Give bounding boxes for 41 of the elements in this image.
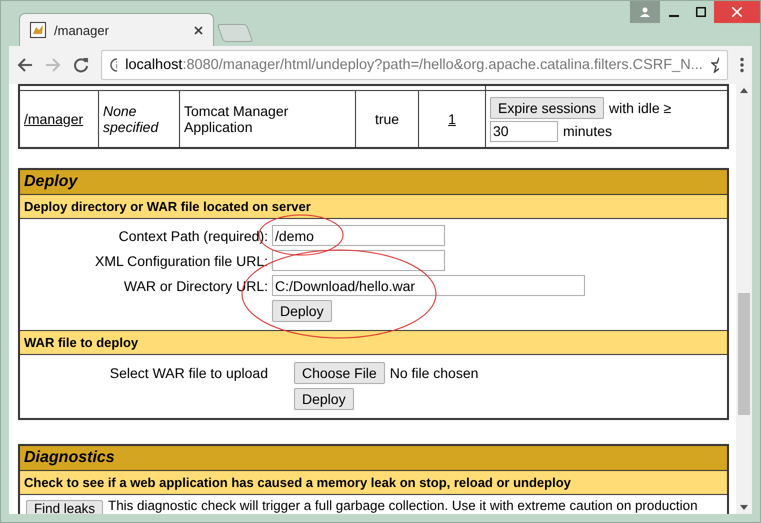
scroll-thumb[interactable]: [738, 293, 750, 415]
display-name: Tomcat Manager Application: [184, 103, 288, 135]
field-label: Select WAR file to upload: [108, 365, 268, 381]
scroll-up-icon[interactable]: [740, 88, 748, 93]
deploy-button[interactable]: Deploy: [272, 300, 332, 322]
field-label: XML Configuration file URL:: [94, 252, 268, 268]
section-title: Deploy: [20, 170, 727, 195]
diagnostic-description: This diagnostic check will trigger a full garbage collection. Use it with extreme caution on production: [108, 498, 698, 513]
minutes-label: minutes: [563, 123, 612, 139]
reload-icon[interactable]: [73, 57, 89, 73]
person-icon: [640, 7, 650, 17]
idle-input[interactable]: 30: [490, 120, 558, 142]
deploy-button[interactable]: Deploy: [294, 388, 354, 410]
file-status: No file chosen: [390, 365, 478, 381]
running-status: true: [374, 111, 400, 127]
maximize-icon: [696, 7, 706, 17]
browser-tab[interactable]: /manager: [19, 13, 214, 46]
idle-label: with idle ≥: [609, 100, 672, 116]
back-icon[interactable]: [17, 57, 33, 73]
input-field[interactable]: [272, 250, 445, 271]
scroll-down-icon[interactable]: [740, 505, 748, 510]
url-text: localhost:8080/manager/html/undeploy?path=/hello&org.apache.catalina.filters.CSRF_N...: [125, 57, 703, 73]
section-heading: Deploy directory or WAR file located on server: [20, 195, 727, 219]
address-bar[interactable]: localhost:8080/manager/html/undeploy?path=/hello&org.apache.catalina.filters.CSRF_N...: [101, 50, 728, 80]
scrollbar[interactable]: [736, 84, 752, 514]
expire-sessions-button[interactable]: Expire sessions: [490, 96, 604, 118]
sessions-link[interactable]: 1: [448, 111, 456, 127]
menu-icon[interactable]: [740, 57, 744, 73]
input-field[interactable]: C:/Download/hello.war: [272, 275, 585, 296]
choose-file-button[interactable]: Choose File: [294, 362, 385, 384]
minimize-icon: [668, 15, 678, 17]
tab-title: /manager: [54, 22, 110, 38]
close-button[interactable]: [714, 1, 760, 23]
input-field[interactable]: /demo: [272, 225, 445, 246]
version-text: None specified: [103, 103, 158, 135]
section-heading: Check to see if a web application has caused a memory leak on stop, reload or undeploy: [20, 471, 727, 495]
close-icon[interactable]: [194, 26, 203, 34]
section-title: Diagnostics: [20, 446, 727, 471]
find-leaks-button[interactable]: Find leaks: [26, 500, 104, 514]
close-icon: [732, 7, 742, 17]
section-heading: WAR file to deploy: [20, 330, 727, 355]
